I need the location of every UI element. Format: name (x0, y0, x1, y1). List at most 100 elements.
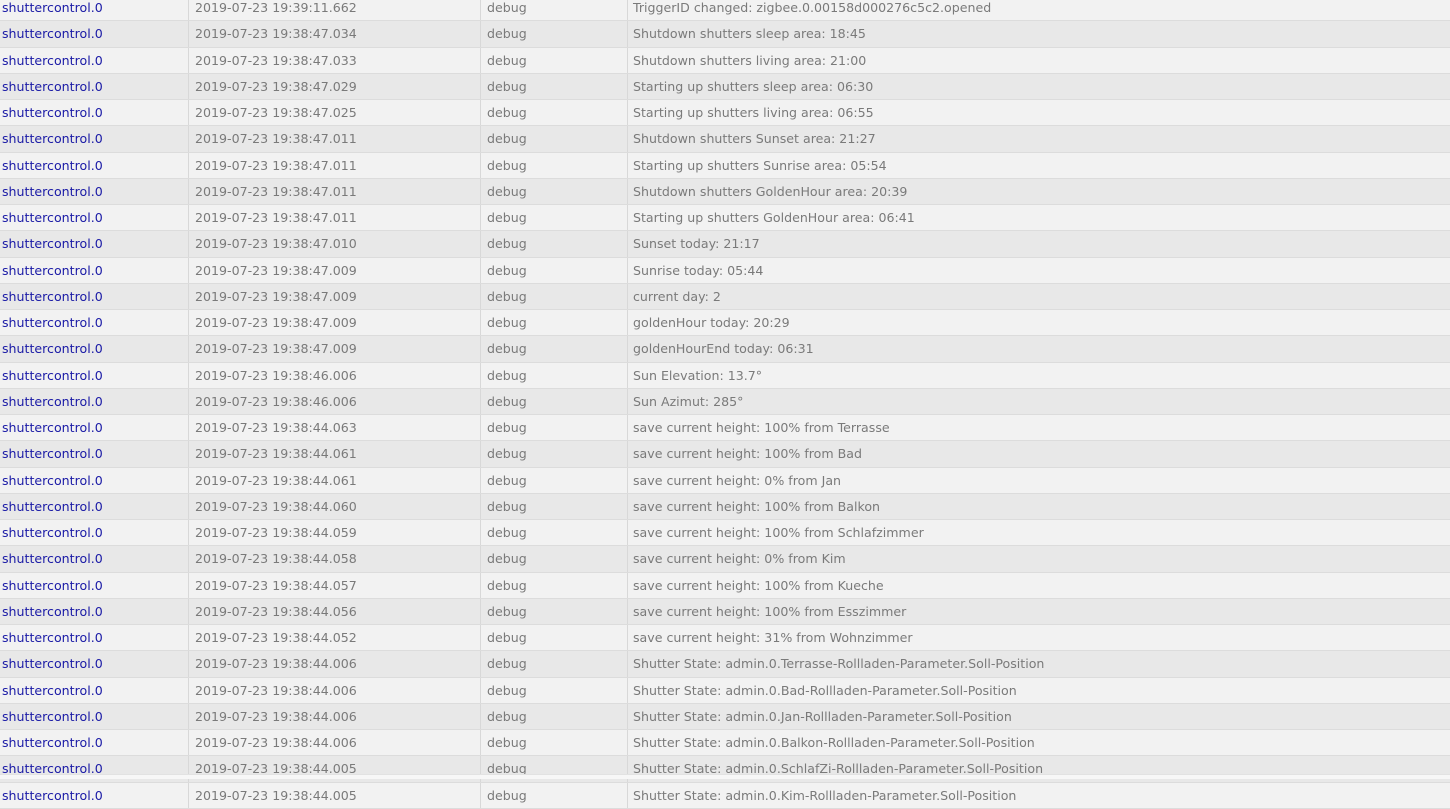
log-severity: debug (481, 47, 628, 73)
log-message: Shutter State: admin.0.Jan-Rollladen-Par… (628, 703, 1450, 729)
log-row[interactable]: shuttercontrol.02019-07-23 19:38:44.006d… (0, 703, 1450, 729)
log-row[interactable]: shuttercontrol.02019-07-23 19:38:47.034d… (0, 21, 1450, 47)
log-timestamp: 2019-07-23 19:38:47.025 (189, 100, 481, 126)
log-row[interactable]: shuttercontrol.02019-07-23 19:38:47.025d… (0, 100, 1450, 126)
log-row[interactable]: shuttercontrol.02019-07-23 19:38:44.061d… (0, 441, 1450, 467)
log-severity: debug (481, 205, 628, 231)
log-row[interactable]: shuttercontrol.02019-07-23 19:38:44.058d… (0, 546, 1450, 572)
log-message: Shutter State: admin.0.Terrasse-Rolllade… (628, 651, 1450, 677)
log-source: shuttercontrol.0 (0, 257, 189, 283)
log-row[interactable]: shuttercontrol.02019-07-23 19:38:47.011d… (0, 178, 1450, 204)
log-message: Shutdown shutters living area: 21:00 (628, 47, 1450, 73)
log-row[interactable]: shuttercontrol.02019-07-23 19:38:47.010d… (0, 231, 1450, 257)
log-severity: debug (481, 572, 628, 598)
log-source: shuttercontrol.0 (0, 441, 189, 467)
log-severity: debug (481, 415, 628, 441)
log-timestamp: 2019-07-23 19:38:44.059 (189, 520, 481, 546)
log-row[interactable]: shuttercontrol.02019-07-23 19:38:47.009d… (0, 310, 1450, 336)
log-timestamp: 2019-07-23 19:38:47.011 (189, 152, 481, 178)
log-row[interactable]: shuttercontrol.02019-07-23 19:38:44.006d… (0, 677, 1450, 703)
log-severity: debug (481, 178, 628, 204)
log-row[interactable]: shuttercontrol.02019-07-23 19:38:44.006d… (0, 651, 1450, 677)
log-timestamp: 2019-07-23 19:38:47.011 (189, 126, 481, 152)
log-message: Starting up shutters GoldenHour area: 06… (628, 205, 1450, 231)
log-row[interactable]: shuttercontrol.02019-07-23 19:38:47.011d… (0, 126, 1450, 152)
log-severity: debug (481, 336, 628, 362)
log-source: shuttercontrol.0 (0, 126, 189, 152)
log-severity: debug (481, 730, 628, 756)
log-timestamp: 2019-07-23 19:38:47.009 (189, 257, 481, 283)
log-source: shuttercontrol.0 (0, 467, 189, 493)
log-message: TriggerID changed: zigbee.0.00158d000276… (628, 0, 1450, 21)
log-table-body: shuttercontrol.02019-07-23 19:39:11.662d… (0, 0, 1450, 808)
log-row[interactable]: shuttercontrol.02019-07-23 19:38:47.009d… (0, 283, 1450, 309)
log-timestamp: 2019-07-23 19:38:47.011 (189, 178, 481, 204)
log-timestamp: 2019-07-23 19:38:44.006 (189, 651, 481, 677)
log-timestamp: 2019-07-23 19:38:47.033 (189, 47, 481, 73)
log-source: shuttercontrol.0 (0, 73, 189, 99)
log-row[interactable]: shuttercontrol.02019-07-23 19:38:44.063d… (0, 415, 1450, 441)
log-message: current day: 2 (628, 283, 1450, 309)
log-row[interactable]: shuttercontrol.02019-07-23 19:38:44.005d… (0, 782, 1450, 808)
log-row[interactable]: shuttercontrol.02019-07-23 19:39:11.662d… (0, 0, 1450, 21)
log-severity: debug (481, 388, 628, 414)
log-timestamp: 2019-07-23 19:38:44.006 (189, 703, 481, 729)
log-timestamp: 2019-07-23 19:38:44.060 (189, 493, 481, 519)
log-timestamp: 2019-07-23 19:38:44.058 (189, 546, 481, 572)
log-timestamp: 2019-07-23 19:39:11.662 (189, 0, 481, 21)
log-severity: debug (481, 467, 628, 493)
log-row[interactable]: shuttercontrol.02019-07-23 19:38:44.059d… (0, 520, 1450, 546)
log-source: shuttercontrol.0 (0, 336, 189, 362)
log-source: shuttercontrol.0 (0, 703, 189, 729)
log-row[interactable]: shuttercontrol.02019-07-23 19:38:47.009d… (0, 257, 1450, 283)
log-message: Shutter State: admin.0.Balkon-Rollladen-… (628, 730, 1450, 756)
log-message: Shutdown shutters Sunset area: 21:27 (628, 126, 1450, 152)
log-row[interactable]: shuttercontrol.02019-07-23 19:38:44.057d… (0, 572, 1450, 598)
log-row[interactable]: shuttercontrol.02019-07-23 19:38:47.033d… (0, 47, 1450, 73)
log-message: goldenHour today: 20:29 (628, 310, 1450, 336)
log-timestamp: 2019-07-23 19:38:47.011 (189, 205, 481, 231)
log-row[interactable]: shuttercontrol.02019-07-23 19:38:46.006d… (0, 362, 1450, 388)
log-source: shuttercontrol.0 (0, 782, 189, 808)
log-timestamp: 2019-07-23 19:38:47.034 (189, 21, 481, 47)
log-message: save current height: 0% from Jan (628, 467, 1450, 493)
log-source: shuttercontrol.0 (0, 231, 189, 257)
log-source: shuttercontrol.0 (0, 310, 189, 336)
log-severity: debug (481, 231, 628, 257)
log-row[interactable]: shuttercontrol.02019-07-23 19:38:44.056d… (0, 598, 1450, 624)
log-severity: debug (481, 520, 628, 546)
log-row[interactable]: shuttercontrol.02019-07-23 19:38:47.011d… (0, 152, 1450, 178)
log-row[interactable]: shuttercontrol.02019-07-23 19:38:47.009d… (0, 336, 1450, 362)
log-source: shuttercontrol.0 (0, 546, 189, 572)
log-timestamp: 2019-07-23 19:38:44.006 (189, 730, 481, 756)
log-source: shuttercontrol.0 (0, 205, 189, 231)
log-severity: debug (481, 362, 628, 388)
log-source: shuttercontrol.0 (0, 152, 189, 178)
log-row[interactable]: shuttercontrol.02019-07-23 19:38:47.011d… (0, 205, 1450, 231)
log-source: shuttercontrol.0 (0, 47, 189, 73)
log-message: save current height: 0% from Kim (628, 546, 1450, 572)
log-message: Sun Azimut: 285° (628, 388, 1450, 414)
log-severity: debug (481, 651, 628, 677)
horizontal-scrollbar[interactable] (0, 774, 1450, 779)
log-row[interactable]: shuttercontrol.02019-07-23 19:38:44.052d… (0, 625, 1450, 651)
log-source: shuttercontrol.0 (0, 493, 189, 519)
log-message: Starting up shutters sleep area: 06:30 (628, 73, 1450, 99)
log-source: shuttercontrol.0 (0, 520, 189, 546)
log-timestamp: 2019-07-23 19:38:44.006 (189, 677, 481, 703)
log-severity: debug (481, 21, 628, 47)
log-message: save current height: 100% from Kueche (628, 572, 1450, 598)
log-row[interactable]: shuttercontrol.02019-07-23 19:38:44.006d… (0, 730, 1450, 756)
log-timestamp: 2019-07-23 19:38:44.057 (189, 572, 481, 598)
log-row[interactable]: shuttercontrol.02019-07-23 19:38:47.029d… (0, 73, 1450, 99)
log-timestamp: 2019-07-23 19:38:47.009 (189, 283, 481, 309)
log-timestamp: 2019-07-23 19:38:47.029 (189, 73, 481, 99)
log-row[interactable]: shuttercontrol.02019-07-23 19:38:44.060d… (0, 493, 1450, 519)
log-message: Shutdown shutters sleep area: 18:45 (628, 21, 1450, 47)
log-source: shuttercontrol.0 (0, 0, 189, 21)
log-source: shuttercontrol.0 (0, 100, 189, 126)
log-row[interactable]: shuttercontrol.02019-07-23 19:38:44.061d… (0, 467, 1450, 493)
log-row[interactable]: shuttercontrol.02019-07-23 19:38:46.006d… (0, 388, 1450, 414)
log-source: shuttercontrol.0 (0, 21, 189, 47)
log-severity: debug (481, 441, 628, 467)
